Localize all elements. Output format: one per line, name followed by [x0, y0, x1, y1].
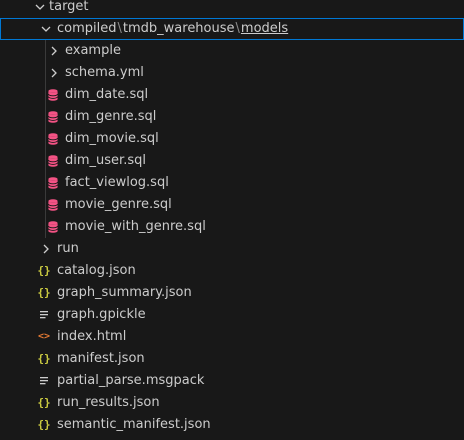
tree-item-manifest-json[interactable]: {} manifest.json — [0, 348, 464, 370]
tree-item-label: partial_parse.msgpack — [57, 373, 205, 388]
json-icon: {} — [37, 418, 51, 431]
tree-item-sql-file[interactable]: dim_date.sql — [0, 84, 464, 106]
lines-icon — [36, 370, 52, 392]
tree-item-sql-file[interactable]: dim_movie.sql — [0, 128, 464, 150]
tree-item-index-html[interactable]: <> index.html — [0, 326, 464, 348]
json-icon: {} — [37, 286, 51, 299]
database-icon — [45, 216, 61, 238]
tree-item-run-results-json[interactable]: {} run_results.json — [0, 392, 464, 414]
lines-icon — [36, 304, 52, 326]
json-icon: {} — [37, 352, 51, 365]
tree-item-partial-parse-msgpack[interactable]: partial_parse.msgpack — [0, 370, 464, 392]
tree-item-compiled-path[interactable]: compiled\tmdb_warehouse\models — [0, 18, 464, 40]
tree-item-label: catalog.json — [57, 263, 136, 278]
tree-item-label: movie_genre.sql — [65, 197, 172, 212]
path-separator: \ — [117, 21, 122, 36]
path-separator: \ — [235, 21, 240, 36]
tree-item-run[interactable]: run — [0, 238, 464, 260]
tree-item-label: run — [57, 241, 79, 256]
tree-item-label: dim_genre.sql — [65, 109, 157, 124]
tree-item-label: graph.gpickle — [57, 307, 146, 322]
tree-item-catalog-json[interactable]: {} catalog.json — [0, 260, 464, 282]
tree-item-label: example — [65, 43, 121, 58]
file-explorer-tree: target compiled\tmdb_warehouse\models ex… — [0, 0, 464, 436]
tree-item-label: graph_summary.json — [57, 285, 192, 300]
tree-item-schema-yml[interactable]: schema.yml — [0, 62, 464, 84]
database-icon — [45, 84, 61, 106]
tree-item-sql-file[interactable]: fact_viewlog.sql — [0, 172, 464, 194]
tree-item-label: semantic_manifest.json — [57, 417, 211, 432]
tree-item-label: schema.yml — [65, 65, 144, 80]
chevron-down-icon — [38, 18, 54, 40]
tree-item-sql-file[interactable]: dim_genre.sql — [0, 106, 464, 128]
tree-item-sql-file[interactable]: movie_genre.sql — [0, 194, 464, 216]
tree-item-label: target — [49, 0, 89, 14]
tree-item-label: manifest.json — [57, 351, 145, 366]
database-icon — [45, 150, 61, 172]
compact-folder-path: compiled\tmdb_warehouse\models — [57, 18, 288, 40]
chevron-down-icon — [32, 0, 48, 18]
tree-item-graph-gpickle[interactable]: graph.gpickle — [0, 304, 464, 326]
database-icon — [45, 194, 61, 216]
tree-item-sql-file[interactable]: dim_user.sql — [0, 150, 464, 172]
tree-item-label: dim_user.sql — [65, 153, 146, 168]
html-icon: <> — [37, 331, 51, 342]
json-icon: {} — [37, 396, 51, 409]
json-icon: {} — [37, 264, 51, 277]
tree-item-semantic-manifest-json[interactable]: {} semantic_manifest.json — [0, 414, 464, 436]
tree-item-target[interactable]: target — [0, 0, 464, 18]
path-segment-compiled[interactable]: compiled — [57, 21, 117, 36]
tree-item-label: dim_date.sql — [65, 87, 149, 102]
tree-item-sql-file[interactable]: movie_with_genre.sql — [0, 216, 464, 238]
chevron-right-icon — [46, 62, 62, 84]
tree-item-graph-summary-json[interactable]: {} graph_summary.json — [0, 282, 464, 304]
tree-item-label: dim_movie.sql — [65, 131, 159, 146]
tree-item-example[interactable]: example — [0, 40, 464, 62]
chevron-right-icon — [38, 238, 54, 260]
database-icon — [45, 172, 61, 194]
path-segment-models[interactable]: models — [241, 21, 288, 36]
chevron-right-icon — [46, 40, 62, 62]
database-icon — [45, 106, 61, 128]
tree-item-label: index.html — [57, 329, 127, 344]
tree-item-label: movie_with_genre.sql — [65, 219, 206, 234]
tree-item-label: fact_viewlog.sql — [65, 175, 169, 190]
tree-item-label: run_results.json — [57, 395, 160, 410]
database-icon — [45, 128, 61, 150]
path-segment-tmdb-warehouse[interactable]: tmdb_warehouse — [123, 21, 235, 36]
